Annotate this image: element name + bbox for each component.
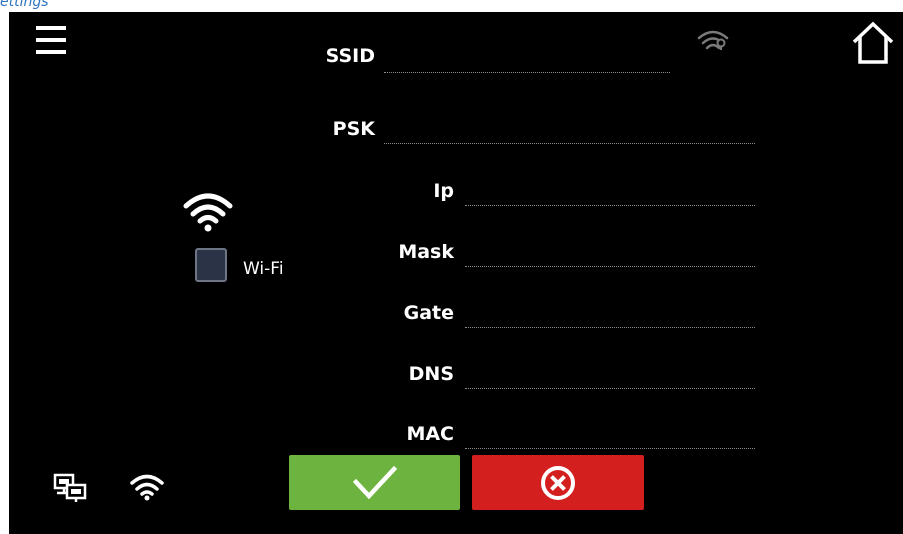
page-caption: ettings <box>0 0 49 10</box>
mask-field[interactable] <box>465 240 755 267</box>
gate-label: Gate <box>403 302 454 324</box>
hamburger-menu-icon[interactable] <box>36 26 66 60</box>
ip-label: Ip <box>433 180 454 202</box>
psk-field[interactable] <box>384 117 755 144</box>
home-icon[interactable] <box>851 20 895 66</box>
psk-label: PSK <box>332 118 375 140</box>
gate-field[interactable] <box>465 301 755 328</box>
ethernet-network-icon <box>53 473 87 502</box>
wifi-small-icon <box>130 474 164 501</box>
wifi-checkbox-label: Wi-Fi <box>243 259 284 279</box>
dns-field[interactable] <box>465 362 755 389</box>
wifi-checkbox[interactable] <box>195 248 227 282</box>
ssid-label: SSID <box>325 45 375 67</box>
ip-field[interactable] <box>465 179 755 206</box>
mac-field[interactable] <box>465 422 755 449</box>
wifi-no-connection-icon <box>697 30 729 50</box>
checkmark-icon <box>352 465 397 499</box>
confirm-button[interactable] <box>289 455 460 510</box>
cancel-x-icon <box>541 465 575 500</box>
ssid-field[interactable] <box>384 46 670 73</box>
mac-label: MAC <box>406 423 454 445</box>
wifi-icon <box>183 193 233 232</box>
dns-label: DNS <box>408 363 454 385</box>
cancel-button[interactable] <box>472 455 644 510</box>
device-screen: SSID PSK Wi-Fi Ip Mask Gate DNS MAC <box>9 12 903 534</box>
mask-label: Mask <box>398 241 454 263</box>
